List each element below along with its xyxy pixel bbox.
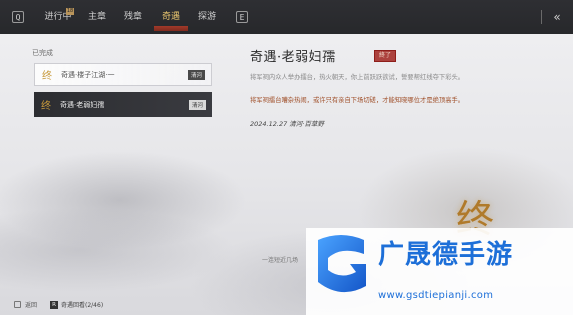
quest-finished-icon: 终 — [41, 101, 51, 112]
quest-item-selected[interactable]: 终 奇遇·老弱妇孺 清河 — [34, 92, 212, 117]
tab-encounters[interactable]: 奇遇 — [154, 0, 188, 34]
completed-section-label: 已完成 — [32, 49, 53, 57]
quest-title: 奇遇·楼子江湖·一 — [61, 70, 115, 79]
back-label: 返回 — [25, 302, 38, 309]
quest-finished-icon: 终 — [42, 71, 52, 82]
notification-badge: 18 — [66, 8, 74, 15]
region-tag: 清河 — [187, 69, 205, 80]
quest-item[interactable]: 终 奇遇·楼子江湖·一 清河 — [34, 63, 212, 86]
detail-date-location: 2024.12.27 清河·百草野 — [250, 120, 324, 128]
detail-paragraph: 将军祠内众人举办擂台，热火朝天，你上前跃跃欲试，誓要帮红线夺下彩头。 — [250, 74, 465, 81]
finished-stamp: 終了 — [374, 50, 396, 62]
detail-paragraph-highlight: 将军祠擂台嘈杂热闹，或许只有亲自下场切磋，才能知晓哪位才是绝顶高手。 — [250, 97, 465, 104]
tab-in-progress[interactable]: 进行中 — [40, 0, 76, 34]
back-hint[interactable]: 返回 — [14, 300, 37, 309]
review-label: 奇遇回看(2/46) — [61, 302, 104, 309]
r-key-hint: R — [50, 300, 58, 309]
detail-title: 奇遇·老弱妇孺 — [250, 50, 336, 65]
tab-fragment-chapter[interactable]: 残章 — [118, 0, 148, 34]
faint-caption: 一连短近几场 — [262, 257, 299, 264]
collapse-icon[interactable]: « — [541, 8, 567, 26]
watermark-name: 广晟德手游 — [378, 240, 514, 270]
watermark-url: www.gsdtiepianji.com — [378, 290, 494, 301]
watermark-logo-icon — [318, 235, 366, 293]
tab-main-chapter[interactable]: 主章 — [82, 0, 112, 34]
e-key-hint[interactable]: E — [236, 11, 248, 23]
esc-key-icon — [14, 301, 21, 308]
region-tag: 清河 — [188, 99, 206, 110]
q-key-hint[interactable]: Q — [12, 11, 24, 23]
top-nav-bar: Q 进行中 18 主章 残章 奇遇 探游 E « — [0, 0, 573, 34]
quest-title: 奇遇·老弱妇孺 — [60, 100, 105, 109]
tab-exploration[interactable]: 探游 — [192, 0, 222, 34]
review-hint[interactable]: R 奇遇回看(2/46) — [50, 300, 103, 309]
